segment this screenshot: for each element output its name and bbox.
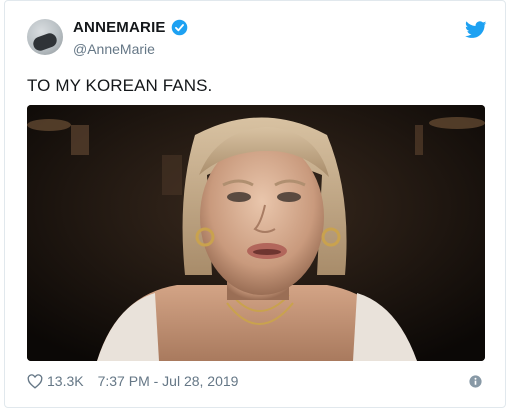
tweet-video[interactable] — [27, 105, 485, 361]
user-handle[interactable]: @AnneMarie — [73, 41, 155, 57]
tweet-timestamp[interactable]: 7:37 PM - Jul 28, 2019 — [98, 373, 239, 389]
tweet-card: ANNEMARIE @AnneMarie TO MY KOREAN FANS. — [4, 0, 506, 408]
info-icon[interactable] — [469, 375, 482, 388]
heart-icon[interactable] — [27, 373, 43, 389]
video-frame — [27, 105, 485, 361]
verified-badge-icon — [171, 19, 187, 36]
twitter-bird-icon[interactable] — [465, 21, 487, 39]
avatar[interactable] — [27, 19, 63, 55]
display-name[interactable]: ANNEMARIE — [73, 19, 166, 36]
like-count[interactable]: 13.3K — [47, 373, 84, 389]
tweet-text: TO MY KOREAN FANS. — [27, 76, 213, 95]
tweet-footer: 13.3K 7:37 PM - Jul 28, 2019 — [27, 373, 238, 389]
display-name-row[interactable]: ANNEMARIE — [73, 19, 188, 36]
